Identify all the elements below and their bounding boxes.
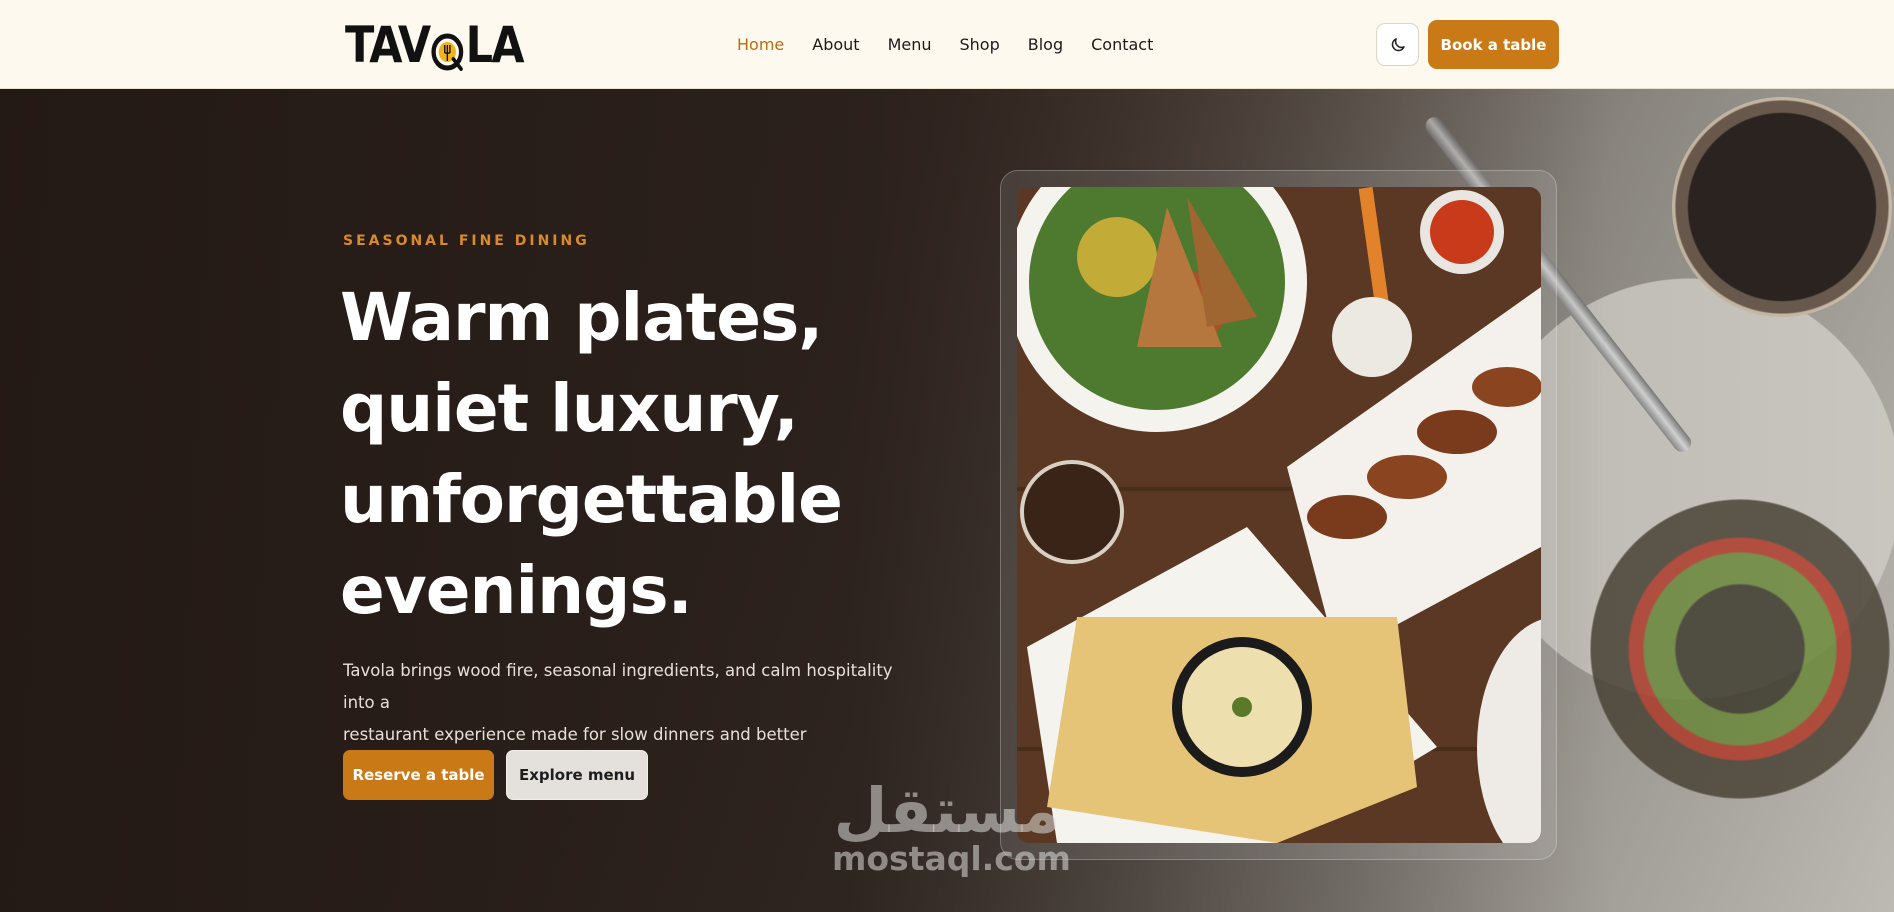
logo[interactable]: TAV LA: [345, 16, 525, 74]
description-line: Tavola brings wood fire, seasonal ingred…: [343, 661, 893, 712]
nav-menu[interactable]: Menu: [888, 35, 932, 54]
main-nav: Home About Menu Shop Blog Contact: [737, 0, 1153, 89]
logo-text-left: TAV: [345, 16, 431, 74]
logo-text-right: LA: [465, 16, 525, 74]
fork-plate-icon: [430, 25, 464, 71]
food-platter-image: [1017, 187, 1541, 843]
nav-shop[interactable]: Shop: [960, 35, 1000, 54]
reserve-table-button[interactable]: Reserve a table: [343, 750, 494, 800]
nav-home[interactable]: Home: [737, 35, 784, 54]
nav-blog[interactable]: Blog: [1028, 35, 1063, 54]
headline-line: quiet luxury,: [340, 370, 799, 447]
moon-icon: [1391, 37, 1405, 51]
nav-contact[interactable]: Contact: [1091, 35, 1153, 54]
headline-line: evenings.: [340, 552, 693, 629]
theme-toggle-button[interactable]: [1376, 23, 1419, 66]
explore-menu-button[interactable]: Explore menu: [506, 750, 648, 800]
headline-line: Warm plates,: [340, 279, 823, 356]
watermark-arabic: مستقل: [833, 774, 1061, 847]
headline-line: unforgettable: [340, 461, 843, 538]
hero-eyebrow: SEASONAL FINE DINING: [343, 233, 590, 249]
nav-about[interactable]: About: [812, 35, 859, 54]
watermark-latin: mostaql.com: [832, 839, 1071, 878]
watermark: مستقل mostaql.com: [832, 774, 1071, 878]
navbar: TAV LA Home About Menu Shop Blog Contact…: [0, 0, 1894, 89]
hero-headline: Warm plates, quiet luxury, unforgettable…: [340, 272, 860, 636]
book-table-button[interactable]: Book a table: [1428, 20, 1559, 69]
